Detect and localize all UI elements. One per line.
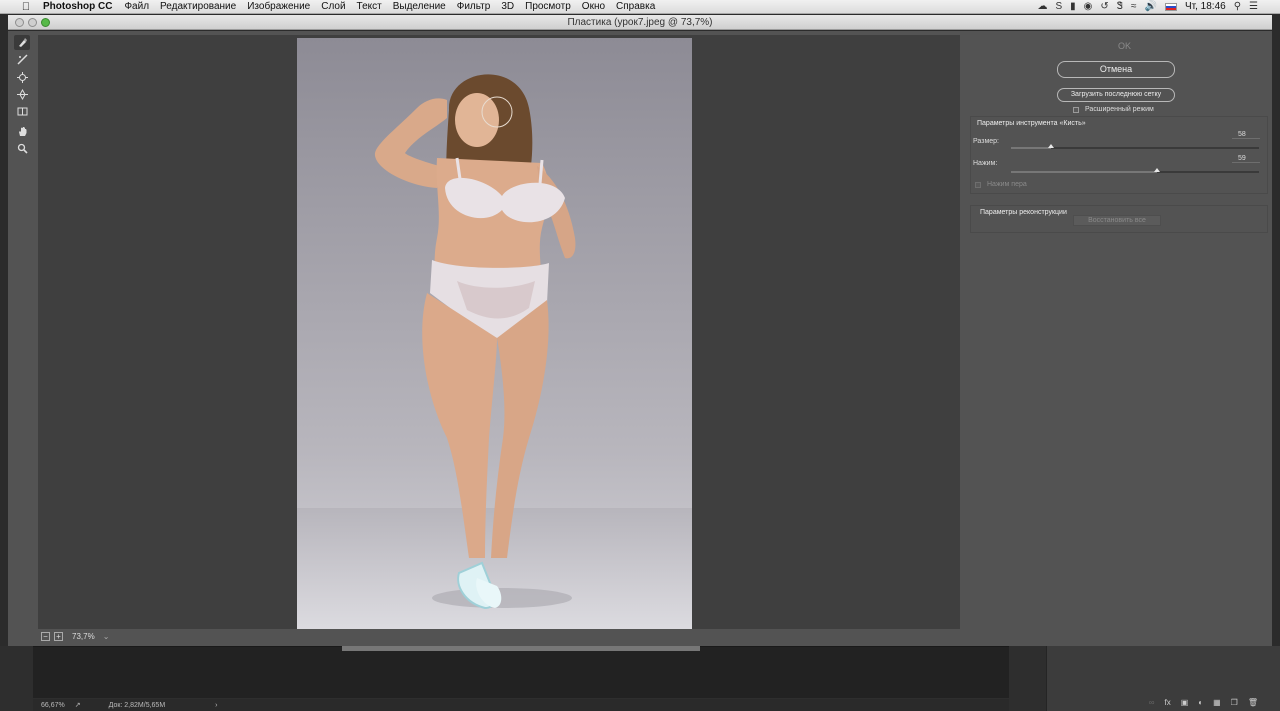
menu-file[interactable]: Файл xyxy=(124,1,149,12)
load-last-mesh-button[interactable]: Загрузить последнюю сетку xyxy=(1057,88,1175,102)
liquify-toolbar xyxy=(8,31,36,646)
pen-pressure-label: Нажим пера xyxy=(987,181,1027,188)
document-size: Док: 2,82M/5,65M xyxy=(108,701,166,709)
close-button[interactable] xyxy=(15,18,24,27)
zoom-out-button[interactable]: − xyxy=(41,631,50,641)
window-controls xyxy=(15,18,50,27)
pressure-slider-thumb[interactable] xyxy=(1154,168,1161,172)
clock[interactable]: Чт, 18:46 xyxy=(1185,1,1226,12)
photoshop-main-window: ∞ fx ▣ ◐ ▦ ❐ 🗑 66,67% ↗ Док: 2,82M/5,65M… xyxy=(0,646,1280,711)
layers-panel: ∞ fx ▣ ◐ ▦ ❐ 🗑 xyxy=(1046,646,1280,711)
layer-mask-icon[interactable]: ▣ xyxy=(1181,698,1189,707)
layer-style-fx-icon[interactable]: fx xyxy=(1164,698,1170,707)
volume-icon[interactable]: 🔊 xyxy=(1145,1,1157,12)
share-icon[interactable]: ↗ xyxy=(75,701,81,709)
menu-edit[interactable]: Редактирование xyxy=(160,1,236,12)
menu-help[interactable]: Справка xyxy=(616,1,655,12)
horizontal-scrollbar[interactable] xyxy=(342,646,700,651)
bluetooth-icon[interactable]: Ꮥ xyxy=(1117,1,1123,12)
app-menu[interactable]: Photoshop CC xyxy=(43,1,112,12)
skype-icon[interactable]: S xyxy=(1055,1,1062,12)
zoom-in-button[interactable]: + xyxy=(54,631,63,641)
pressure-value-field[interactable]: 59 xyxy=(1232,155,1260,163)
pressure-slider-fill xyxy=(1011,171,1158,173)
preview-canvas[interactable] xyxy=(38,35,960,629)
link-layers-icon[interactable]: ∞ xyxy=(1149,698,1155,707)
model-photo-illustration xyxy=(297,74,692,629)
reconstruct-section-title: Параметры реконструкции xyxy=(980,209,1067,216)
pen-pressure-checkbox[interactable] xyxy=(975,181,981,188)
document-zoom[interactable]: 66,67% xyxy=(41,702,65,709)
new-group-folder-icon[interactable]: ▦ xyxy=(1213,698,1221,707)
advanced-mode-label: Расширенный режим xyxy=(1085,106,1154,113)
push-left-tool-icon[interactable] xyxy=(14,104,30,119)
menu-type[interactable]: Текст xyxy=(357,1,382,12)
pen-pressure-row: Нажим пера xyxy=(975,181,1027,188)
zoom-dropdown-chevron-icon[interactable]: ⌄ xyxy=(103,632,110,641)
preview-photo[interactable] xyxy=(297,38,692,629)
zoom-level[interactable]: 73,7% xyxy=(72,632,95,641)
menu-view[interactable]: Просмотр xyxy=(525,1,571,12)
zoom-tool-icon[interactable] xyxy=(14,141,30,156)
preview-zoom-bar: − + 73,7% ⌄ xyxy=(41,629,341,643)
apple-menu-icon[interactable]:  xyxy=(18,1,34,13)
battery-small-icon[interactable]: ▮ xyxy=(1070,1,1076,12)
liquify-dialog: − + 73,7% ⌄ OK Отмена Загрузить последню… xyxy=(8,31,1272,646)
input-flag-icon[interactable] xyxy=(1164,2,1177,11)
reconstruct-tool-icon[interactable] xyxy=(14,52,30,67)
adjustment-layer-icon[interactable]: ◐ xyxy=(1198,698,1203,707)
hand-tool-icon[interactable] xyxy=(14,124,30,139)
search-icon[interactable]: ⚲ xyxy=(1234,1,1241,12)
forward-warp-tool-icon[interactable] xyxy=(14,35,30,50)
minimize-button[interactable] xyxy=(28,18,37,27)
size-value-field[interactable]: 58 xyxy=(1232,131,1260,139)
window-title: Пластика (урок7.jpeg @ 73,7%) xyxy=(567,16,713,28)
liquify-options-panel: OK Отмена Загрузить последнюю сетку Расш… xyxy=(961,31,1272,646)
zoom-button[interactable] xyxy=(41,18,50,27)
pucker-tool-icon[interactable] xyxy=(14,70,30,85)
pressure-label: Нажим: xyxy=(973,160,998,167)
bloat-tool-icon[interactable] xyxy=(14,87,30,102)
menu-filter[interactable]: Фильтр xyxy=(457,1,491,12)
wifi-icon[interactable]: ≈ xyxy=(1131,1,1137,12)
advanced-mode-row: Расширенный режим xyxy=(1073,106,1154,113)
reconstruct-options: Параметры реконструкции Восстановить все xyxy=(970,205,1268,233)
size-slider[interactable] xyxy=(1011,144,1259,149)
new-layer-icon[interactable]: ❐ xyxy=(1231,698,1238,707)
menu-select[interactable]: Выделение xyxy=(393,1,446,12)
menu-layer[interactable]: Слой xyxy=(321,1,345,12)
menu-image[interactable]: Изображение xyxy=(247,1,310,12)
trash-icon[interactable]: 🗑 xyxy=(1248,698,1258,707)
size-label: Размер: xyxy=(973,138,1000,145)
size-slider-thumb[interactable] xyxy=(1047,144,1054,148)
menu-extras: ☁ S ▮ ◉ ↺ Ꮥ ≈ 🔊 Чт, 18:46 ⚲ ☰ xyxy=(1037,1,1280,12)
size-slider-fill xyxy=(1011,147,1051,149)
layers-panel-footer: ∞ fx ▣ ◐ ▦ ❐ 🗑 xyxy=(1149,698,1258,707)
dialog-title-bar[interactable]: Пластика (урок7.jpeg @ 73,7%) xyxy=(8,15,1272,30)
mac-menu-bar:  Photoshop CC Файл Редактирование Изобр… xyxy=(0,0,1280,14)
record-icon[interactable]: ◉ xyxy=(1084,1,1093,12)
document-status-bar: 66,67% ↗ Док: 2,82M/5,65M › xyxy=(33,699,1009,711)
menu-3d[interactable]: 3D xyxy=(501,1,514,12)
advanced-mode-checkbox[interactable] xyxy=(1073,106,1079,113)
brush-tool-options: Параметры инструмента «Кисть» Размер: 58… xyxy=(970,116,1268,194)
restore-all-button[interactable]: Восстановить все xyxy=(1073,215,1161,226)
notification-center-icon[interactable]: ☰ xyxy=(1249,1,1258,12)
menu-window[interactable]: Окно xyxy=(582,1,605,12)
ok-button[interactable]: OK xyxy=(961,41,1272,51)
document-canvas[interactable] xyxy=(33,646,1009,698)
time-machine-icon[interactable]: ↺ xyxy=(1100,1,1108,12)
cancel-button[interactable]: Отмена xyxy=(1057,61,1175,78)
cloud-icon[interactable]: ☁ xyxy=(1037,1,1047,12)
pressure-slider[interactable] xyxy=(1011,168,1259,173)
status-menu-chevron-icon[interactable]: › xyxy=(215,702,217,709)
brush-section-title: Параметры инструмента «Кисть» xyxy=(977,120,1086,127)
